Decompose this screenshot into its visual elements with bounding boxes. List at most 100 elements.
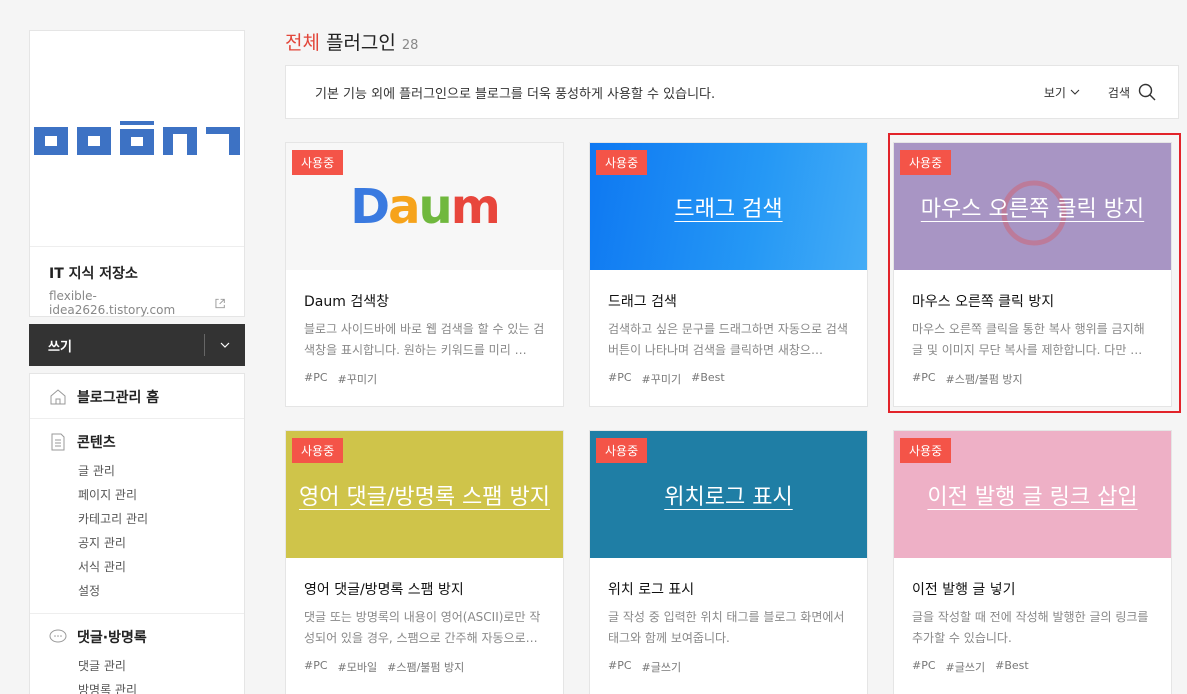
search-button[interactable]: 검색 bbox=[1108, 83, 1156, 101]
plugin-title: 위치 로그 표시 bbox=[608, 582, 695, 598]
write-bar: 쓰기 bbox=[29, 324, 245, 366]
write-dropdown-button[interactable] bbox=[205, 324, 245, 366]
plugin-tags: #PC #꾸미기 bbox=[304, 371, 545, 387]
plugin-description: 블로그 사이드바에 바로 웹 검색을 할 수 있는 검색창을 표시합니다. 원하… bbox=[304, 322, 545, 357]
view-label: 보기 bbox=[1043, 85, 1066, 100]
speech-bubble-icon bbox=[49, 629, 67, 643]
menu-item-templates[interactable]: 서식 관리 bbox=[78, 555, 244, 579]
menu-item-comments[interactable]: 댓글 관리 bbox=[78, 654, 244, 678]
plugin-description: 글을 작성할 때 전에 작성해 발행한 글의 링크를 추가할 수 있습니다. bbox=[912, 610, 1149, 645]
plugin-thumbnail[interactable]: 사용중 위치로그 표시 bbox=[590, 431, 867, 558]
status-badge: 사용중 bbox=[900, 150, 952, 175]
menu-home-label: 블로그관리 홈 bbox=[77, 390, 160, 406]
tag: #꾸미기 bbox=[337, 373, 378, 386]
menu-item-categories[interactable]: 카테고리 관리 bbox=[78, 507, 244, 531]
tag: #꾸미기 bbox=[641, 373, 682, 386]
search-icon bbox=[1138, 83, 1156, 101]
status-badge: 사용중 bbox=[900, 438, 952, 463]
tag: #PC bbox=[304, 371, 328, 384]
blog-url-link[interactable]: flexible-idea2626.tistory.com bbox=[49, 289, 225, 317]
document-icon bbox=[51, 433, 65, 451]
blog-logo[interactable] bbox=[30, 31, 244, 246]
plugin-count: 28 bbox=[401, 38, 419, 53]
plugin-tags: #PC #글쓰기 #Best bbox=[912, 659, 1153, 675]
tag: #스팸/불펌 방지 bbox=[945, 373, 1023, 386]
status-badge: 사용중 bbox=[292, 438, 344, 463]
tag: #글쓰기 bbox=[945, 661, 986, 674]
menu-section-content: 콘텐츠 글 관리 페이지 관리 카테고리 관리 공지 관리 서식 관리 설정 bbox=[30, 419, 244, 614]
menu-item-pages[interactable]: 페이지 관리 bbox=[78, 483, 244, 507]
blog-url: flexible-idea2626.tistory.com bbox=[49, 289, 176, 317]
plugin-thumbnail[interactable]: 사용중 마우스 오른쪽 클릭 방지 bbox=[894, 143, 1171, 270]
menu-home[interactable]: 블로그관리 홈 bbox=[49, 386, 244, 408]
blog-profile-card: IT 지식 저장소 flexible-idea2626.tistory.com bbox=[29, 30, 245, 317]
menu-section-comments: 댓글·방명록 댓글 관리 방명록 관리 bbox=[30, 614, 244, 694]
menu-content[interactable]: 콘텐츠 bbox=[49, 431, 244, 453]
menu-item-settings[interactable]: 설정 bbox=[78, 579, 244, 603]
plugin-title: Daum 검색창 bbox=[304, 294, 389, 310]
menu-comments[interactable]: 댓글·방명록 bbox=[49, 626, 244, 648]
plugin-thumbnail[interactable]: 사용중 영어 댓글/방명록 스팸 방지 bbox=[286, 431, 563, 558]
admin-menu: 블로그관리 홈 콘텐츠 글 관리 페이지 관리 카테고리 관리 공지 관리 서식… bbox=[29, 373, 245, 694]
plugin-description: 글 작성 중 입력한 위치 태그를 블로그 화면에서 태그와 함께 보여줍니다. bbox=[608, 610, 845, 645]
thumbnail-title: 드래그 검색 bbox=[674, 196, 783, 222]
plugin-card-english-spam-block[interactable]: 사용중 영어 댓글/방명록 스팸 방지 영어 댓글/방명록 스팸 방지 댓글 또… bbox=[285, 430, 564, 694]
thumbnail-title: 위치로그 표시 bbox=[664, 484, 793, 510]
plugin-title: 마우스 오른쪽 클릭 방지 bbox=[912, 294, 1055, 310]
plugin-tags: #PC #스팸/불펌 방지 bbox=[912, 371, 1153, 387]
status-badge: 사용중 bbox=[596, 438, 648, 463]
chevron-down-icon bbox=[220, 342, 230, 348]
menu-item-guestbook[interactable]: 방명록 관리 bbox=[78, 678, 244, 694]
menu-comments-label: 댓글·방명록 bbox=[77, 630, 147, 646]
info-text: 기본 기능 외에 플러그인으로 블로그를 더욱 풍성하게 사용할 수 있습니다. bbox=[315, 86, 716, 102]
view-dropdown-button[interactable]: 보기 bbox=[1044, 84, 1080, 101]
plugin-tags: #PC #꾸미기 #Best bbox=[608, 371, 849, 387]
plugin-card-drag-search[interactable]: 사용중 드래그 검색 드래그 검색 검색하고 싶은 문구를 드래그하면 자동으로… bbox=[589, 142, 868, 407]
thumbnail-title: 마우스 오른쪽 클릭 방지 bbox=[920, 196, 1145, 222]
plugin-title: 이전 발행 글 넣기 bbox=[912, 582, 1016, 598]
status-badge: 사용중 bbox=[596, 150, 648, 175]
menu-content-label: 콘텐츠 bbox=[77, 435, 116, 451]
tag: #PC bbox=[608, 371, 632, 384]
tag: #글쓰기 bbox=[641, 661, 682, 674]
blog-logo-graphic bbox=[34, 120, 240, 155]
tag: #PC bbox=[304, 659, 328, 672]
plugin-thumbnail[interactable]: 사용중 이전 발행 글 링크 삽입 bbox=[894, 431, 1171, 558]
plugin-thumbnail[interactable]: 사용중 드래그 검색 bbox=[590, 143, 867, 270]
tag: #PC bbox=[912, 371, 936, 384]
page-title-main: 플러그인 bbox=[325, 32, 396, 54]
page-title: 전체 플러그인 28 bbox=[285, 28, 418, 55]
menu-section-home: 블로그관리 홈 bbox=[30, 374, 244, 419]
tag: #스팸/불펌 방지 bbox=[387, 661, 465, 674]
blog-name[interactable]: IT 지식 저장소 bbox=[49, 263, 225, 283]
chevron-down-icon bbox=[1070, 89, 1080, 95]
status-badge: 사용중 bbox=[292, 150, 344, 175]
plugin-tags: #PC #모바일 #스팸/불펌 방지 bbox=[304, 659, 545, 675]
plugin-title: 드래그 검색 bbox=[608, 294, 677, 310]
tag: #Best bbox=[691, 371, 725, 384]
tag: #모바일 bbox=[337, 661, 378, 674]
plugin-card-right-click-block[interactable]: 사용중 마우스 오른쪽 클릭 방지 마우스 오른쪽 클릭 방지 마우스 오른쪽 … bbox=[893, 142, 1172, 407]
plugin-card-location-log[interactable]: 사용중 위치로그 표시 위치 로그 표시 글 작성 중 입력한 위치 태그를 블… bbox=[589, 430, 868, 694]
plugin-tags: #PC #글쓰기 bbox=[608, 659, 849, 675]
search-label: 검색 bbox=[1107, 85, 1130, 100]
menu-item-notices[interactable]: 공지 관리 bbox=[78, 531, 244, 555]
thumbnail-title: 이전 발행 글 링크 삽입 bbox=[927, 484, 1138, 510]
thumbnail-title: 영어 댓글/방명록 스팸 방지 bbox=[298, 484, 551, 510]
tag: #PC bbox=[912, 659, 936, 672]
plugin-thumbnail[interactable]: 사용중 Daum bbox=[286, 143, 563, 270]
external-link-icon bbox=[215, 298, 225, 308]
plugin-title: 영어 댓글/방명록 스팸 방지 bbox=[304, 582, 464, 598]
plugin-card-previous-post-link[interactable]: 사용중 이전 발행 글 링크 삽입 이전 발행 글 넣기 글을 작성할 때 전에… bbox=[893, 430, 1172, 694]
write-button[interactable]: 쓰기 bbox=[29, 336, 204, 355]
tag: #Best bbox=[995, 659, 1029, 672]
plugin-description: 마우스 오른쪽 클릭을 통한 복사 행위를 금지해 글 및 이미지 무단 복사를… bbox=[912, 322, 1145, 357]
plugin-card-daum-search[interactable]: 사용중 Daum Daum 검색창 블로그 사이드바에 바로 웹 검색을 할 수… bbox=[285, 142, 564, 407]
info-bar: 기본 기능 외에 플러그인으로 블로그를 더욱 풍성하게 사용할 수 있습니다.… bbox=[285, 65, 1179, 119]
home-icon bbox=[50, 389, 66, 405]
plugin-description: 댓글 또는 방명록의 내용이 영어(ASCII)로만 작성되어 있을 경우, 스… bbox=[304, 610, 541, 645]
plugin-description: 검색하고 싶은 문구를 드래그하면 자동으로 검색 버튼이 나타나며 검색을 클… bbox=[608, 322, 848, 357]
tag: #PC bbox=[608, 659, 632, 672]
page-title-accent: 전체 bbox=[285, 32, 320, 54]
menu-item-posts[interactable]: 글 관리 bbox=[78, 459, 244, 483]
